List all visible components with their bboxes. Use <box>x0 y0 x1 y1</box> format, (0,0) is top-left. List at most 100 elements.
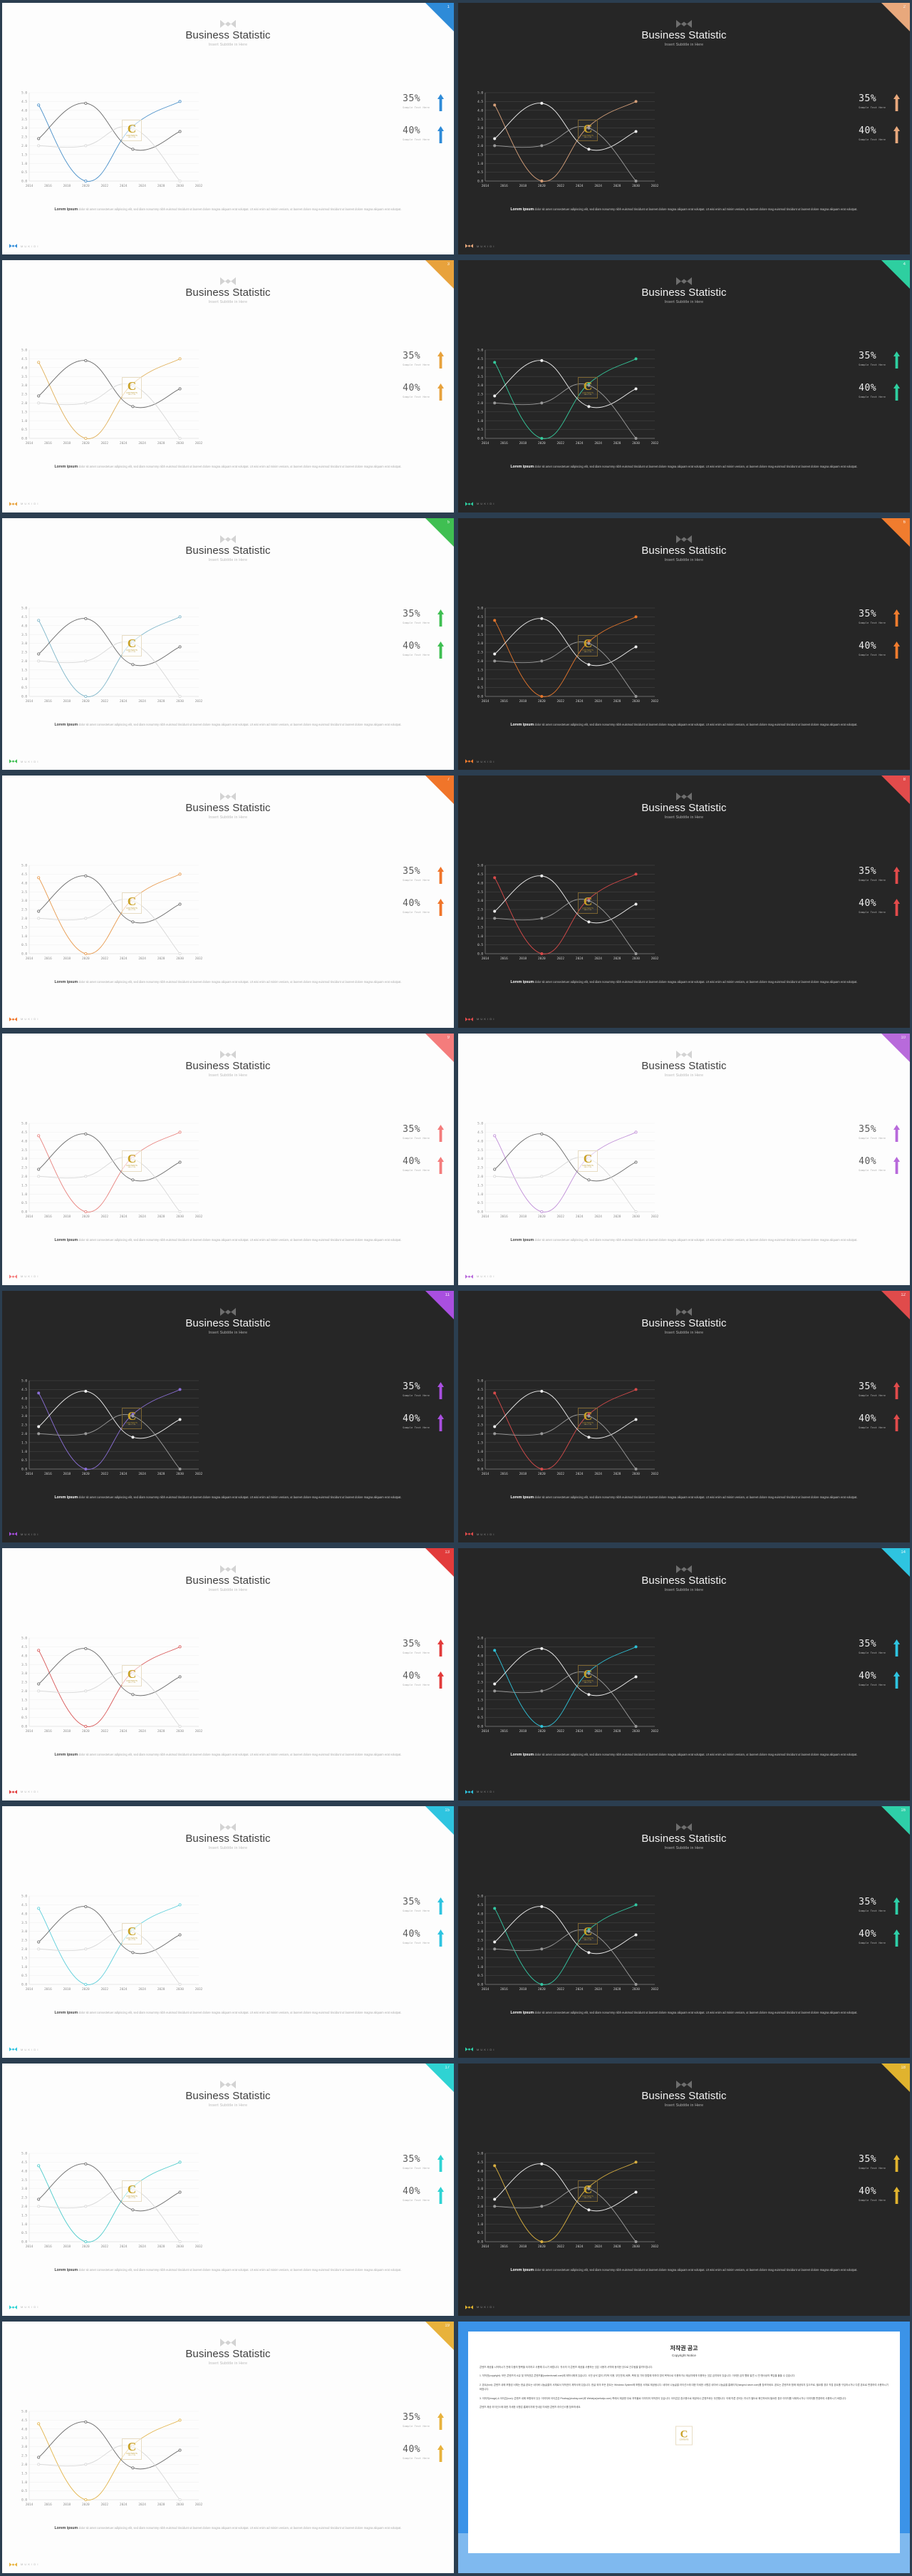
crown-icon <box>220 1307 236 1316</box>
slide-cell[interactable]: 저작권 공고 Copyright Notice 콘텐츠 제공을 시작하시기 전에… <box>456 2319 912 2576</box>
slide-cell[interactable]: 9 Business Statistic Insert Subtitle in … <box>0 1031 456 1288</box>
svg-text:3.5: 3.5 <box>21 2178 27 2183</box>
svg-text:2030: 2030 <box>632 184 640 188</box>
slide-20[interactable]: 저작권 공고 Copyright Notice 콘텐츠 제공을 시작하시기 전에… <box>458 2321 910 2573</box>
svg-text:2020: 2020 <box>82 2503 90 2507</box>
slide-11[interactable]: 11 Business Statistic Insert Subtitle in… <box>2 1290 454 1543</box>
svg-text:0.5: 0.5 <box>21 2231 27 2235</box>
slide-cell[interactable]: 4 Business Statistic Insert Subtitle in … <box>456 257 912 515</box>
body-paragraph: Lorem ipsum dolor sit amet consectetuer … <box>54 207 402 212</box>
slide-cell[interactable]: 12 Business Statistic Insert Subtitle in… <box>456 1288 912 1545</box>
svg-text:2022: 2022 <box>556 957 564 961</box>
footer-logo: MUKIDI <box>9 502 40 506</box>
arrow-up-icon <box>893 641 900 659</box>
slide-cell[interactable]: 11 Business Statistic Insert Subtitle in… <box>0 1288 456 1545</box>
slide-cell[interactable]: 3 Business Statistic Insert Subtitle in … <box>0 257 456 515</box>
svg-text:2030: 2030 <box>632 441 640 445</box>
slide-1[interactable]: 1 Business Statistic Insert Subtitle in … <box>2 3 454 255</box>
slide-cell[interactable]: 7 Business Statistic Insert Subtitle in … <box>0 773 456 1030</box>
slide-cell[interactable]: 1 Business Statistic Insert Subtitle in … <box>0 0 456 257</box>
stat-label: Sample Text Here <box>859 364 886 367</box>
slide-cell[interactable]: 2 Business Statistic Insert Subtitle in … <box>456 0 912 257</box>
brand-name: MUKIDI <box>21 759 40 763</box>
svg-text:0.5: 0.5 <box>477 943 483 947</box>
svg-text:2.5: 2.5 <box>477 1423 483 1428</box>
slide-cell[interactable]: 6 Business Statistic Insert Subtitle in … <box>456 515 912 773</box>
slide-5[interactable]: 5 Business Statistic Insert Subtitle in … <box>2 517 454 771</box>
stat-block: 40% Sample Text Here <box>831 1156 900 1174</box>
slide-3[interactable]: 3 Business Statistic Insert Subtitle in … <box>2 260 454 512</box>
svg-text:2014: 2014 <box>26 2503 33 2507</box>
slide-12[interactable]: 12 Business Statistic Insert Subtitle in… <box>458 1290 910 1543</box>
stat-text: 40% Sample Text Here <box>859 2187 886 2203</box>
line-chart: 0.0 0.5 1.0 1.5 2.0 2.5 3.0 3.5 4.0 4.5 5.0 2014 201… <box>470 1634 662 1742</box>
svg-text:2.0: 2.0 <box>21 401 27 406</box>
slide-cell[interactable]: 8 Business Statistic Insert Subtitle in … <box>456 773 912 1030</box>
svg-text:2032: 2032 <box>651 957 659 961</box>
stat-value: 40% <box>403 1155 421 1167</box>
stat-label: Sample Text Here <box>403 653 430 656</box>
slide-18[interactable]: 18 Business Statistic Insert Subtitle in… <box>458 2064 910 2316</box>
svg-text:2014: 2014 <box>482 184 489 188</box>
slide-cell[interactable]: 17 Business Statistic Insert Subtitle in… <box>0 2061 456 2318</box>
stat-value: 40% <box>403 2443 421 2455</box>
corner-ribbon <box>425 1805 454 1835</box>
svg-text:5.0: 5.0 <box>21 2152 27 2156</box>
slide-13[interactable]: 13 Business Statistic Insert Subtitle in… <box>2 1548 454 1800</box>
svg-text:1.5: 1.5 <box>21 1699 27 1703</box>
svg-text:0.0: 0.0 <box>21 1468 27 1472</box>
slide-19[interactable]: 19 Business Statistic Insert Subtitle in… <box>2 2321 454 2573</box>
slide-9[interactable]: 9 Business Statistic Insert Subtitle in … <box>2 1033 454 1285</box>
slide-7[interactable]: 7 Business Statistic Insert Subtitle in … <box>2 776 454 1028</box>
brand-name: MUKIDI <box>21 1017 40 1021</box>
stat-value: 40% <box>859 898 877 910</box>
slide-8[interactable]: 8 Business Statistic Insert Subtitle in … <box>458 776 910 1028</box>
stat-block: 40% Sample Text Here <box>831 1671 900 1689</box>
slide-cell[interactable]: 5 Business Statistic Insert Subtitle in … <box>0 515 456 773</box>
svg-text:2022: 2022 <box>100 441 108 445</box>
svg-text:2.5: 2.5 <box>477 2196 483 2200</box>
svg-text:2028: 2028 <box>157 1472 165 1476</box>
corner-ribbon <box>881 517 910 547</box>
body-paragraph: Lorem ipsum dolor sit amet consectetuer … <box>54 2525 402 2530</box>
svg-text:1.5: 1.5 <box>21 153 27 157</box>
svg-text:5.0: 5.0 <box>477 864 483 868</box>
slide-16[interactable]: 16 Business Statistic Insert Subtitle in… <box>458 1805 910 2059</box>
slide-6[interactable]: 6 Business Statistic Insert Subtitle in … <box>458 517 910 771</box>
body-paragraph: Lorem ipsum dolor sit amet consectetuer … <box>510 1237 858 1242</box>
slide-cell[interactable]: 15 Business Statistic Insert Subtitle in… <box>0 1803 456 2061</box>
svg-text:3.5: 3.5 <box>21 1921 27 1925</box>
slide-2[interactable]: 2 Business Statistic Insert Subtitle in … <box>458 3 910 255</box>
badge-letter: C <box>127 637 137 651</box>
slide-10[interactable]: 10 Business Statistic Insert Subtitle in… <box>458 1033 910 1285</box>
stat-label: Sample Text Here <box>403 1168 430 1172</box>
svg-text:2024: 2024 <box>138 1215 146 1219</box>
stat-block: 40% Sample Text Here <box>375 641 444 659</box>
slide-cell[interactable]: 13 Business Statistic Insert Subtitle in… <box>0 1545 456 1803</box>
svg-text:3.0: 3.0 <box>21 126 27 130</box>
slide-cell[interactable]: 16 Business Statistic Insert Subtitle in… <box>456 1803 912 2061</box>
slide-number: 11 <box>445 1292 450 1297</box>
stat-block: 40% Sample Text Here <box>375 126 444 143</box>
stat-text: 40% Sample Text Here <box>859 383 886 399</box>
slide-17[interactable]: 17 Business Statistic Insert Subtitle in… <box>2 2064 454 2316</box>
svg-text:2028: 2028 <box>613 441 621 445</box>
stat-block: 40% Sample Text Here <box>375 2187 444 2205</box>
slide-cell[interactable]: 14 Business Statistic Insert Subtitle in… <box>456 1545 912 1803</box>
crown-icon <box>676 1565 692 1574</box>
badge-letter: C <box>583 2182 593 2196</box>
stat-label: Sample Text Here <box>403 621 430 624</box>
svg-text:2030: 2030 <box>632 1729 640 1733</box>
stat-block: 40% Sample Text Here <box>375 2443 444 2462</box>
stat-block: 40% Sample Text Here <box>831 1413 900 1431</box>
slide-cell[interactable]: 19 Business Statistic Insert Subtitle in… <box>0 2319 456 2576</box>
slide-4[interactable]: 4 Business Statistic Insert Subtitle in … <box>458 260 910 512</box>
slide-15[interactable]: 15 Business Statistic Insert Subtitle in… <box>2 1805 454 2059</box>
svg-text:1.5: 1.5 <box>21 926 27 930</box>
contents-badge: C CONTENTS MALL.COM <box>578 2180 598 2203</box>
slide-cell[interactable]: 10 Business Statistic Insert Subtitle in… <box>456 1031 912 1288</box>
svg-text:1.5: 1.5 <box>21 1441 27 1445</box>
slide-14[interactable]: 14 Business Statistic Insert Subtitle in… <box>458 1548 910 1800</box>
slide-cell[interactable]: 18 Business Statistic Insert Subtitle in… <box>456 2061 912 2318</box>
stats-panel: 35% Sample Text Here 40% Sample Text Her… <box>831 609 900 674</box>
